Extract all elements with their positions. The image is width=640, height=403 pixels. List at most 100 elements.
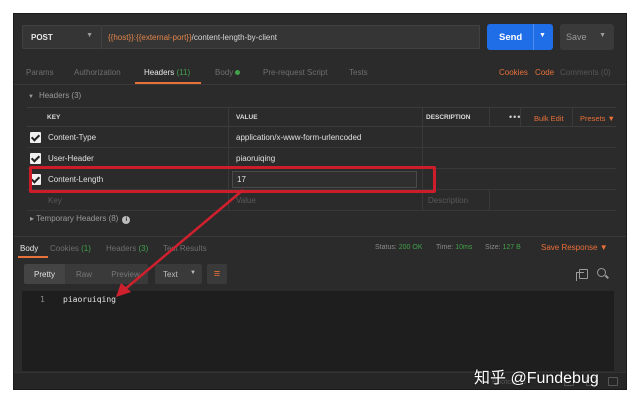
- headers-table: KEY VALUE DESCRIPTION ••• Bulk Edit Pres…: [27, 107, 616, 211]
- save-response-dropdown[interactable]: Save Response ▼: [541, 243, 608, 252]
- size-label: Size:: [485, 244, 501, 251]
- send-options-chevron-icon[interactable]: ▼: [539, 32, 546, 39]
- url-input[interactable]: {{host}}:{{external-port}}/content-lengt…: [102, 25, 480, 49]
- format-label: Text: [163, 269, 178, 279]
- tab-body[interactable]: Body: [215, 68, 241, 77]
- method-select[interactable]: POST ▼: [22, 25, 102, 49]
- tab-tests[interactable]: Tests: [349, 68, 368, 77]
- time-label: Time:: [436, 244, 454, 251]
- column-divider: [572, 108, 573, 126]
- request-bar: POST ▼ {{host}}:{{external-port}}/conten…: [14, 14, 626, 58]
- row-checkbox[interactable]: [30, 153, 41, 164]
- table-row: User-Header piaoruiqing: [27, 148, 616, 169]
- format-select[interactable]: Text ▼: [155, 264, 202, 284]
- tab-authorization[interactable]: Authorization: [74, 68, 121, 77]
- new-description-field[interactable]: Description: [428, 196, 468, 205]
- copy-icon[interactable]: [576, 269, 588, 281]
- header-value[interactable]: application/x-www-form-urlencoded: [236, 133, 361, 142]
- resp-tab-headers-count: (3): [138, 244, 149, 253]
- raw-button[interactable]: Raw: [65, 264, 103, 284]
- response-tabs: Body Cookies (1) Headers (3) Test Result…: [14, 236, 626, 258]
- table-header: KEY VALUE DESCRIPTION ••• Bulk Edit Pres…: [27, 107, 616, 127]
- resp-tab-headers[interactable]: Headers (3): [106, 244, 148, 253]
- scrollbar[interactable]: [614, 290, 620, 371]
- search-icon[interactable]: [597, 268, 606, 277]
- column-divider: [228, 127, 229, 147]
- status-readout: Status: 200 OK: [375, 244, 423, 251]
- table-row-new: Key Value Description: [27, 190, 616, 211]
- temporary-headers-label: Temporary Headers (8): [36, 214, 119, 223]
- header-value[interactable]: 17: [237, 175, 246, 184]
- headers-section-toggle[interactable]: ▼ Headers (3): [28, 91, 81, 100]
- active-tab-indicator: [135, 82, 201, 84]
- column-divider: [520, 108, 521, 126]
- comments-link[interactable]: Comments (0): [560, 68, 611, 77]
- column-description: DESCRIPTION: [426, 114, 471, 121]
- send-label: Send: [499, 31, 523, 43]
- header-value-input[interactable]: [232, 171, 417, 188]
- size-readout: Size: 127 B: [485, 244, 521, 251]
- header-key[interactable]: Content-Length: [48, 175, 103, 184]
- postman-window: POST ▼ {{host}}:{{external-port}}/conten…: [13, 13, 627, 390]
- column-divider: [228, 169, 229, 189]
- caret-right-icon: ▸: [30, 214, 35, 223]
- code-line: piaoruiqing: [63, 295, 116, 304]
- body-active-dot-icon: [235, 70, 241, 76]
- help-icon[interactable]: [608, 377, 618, 386]
- tab-pre-request-script[interactable]: Pre-request Script: [263, 68, 327, 77]
- headers-section-title: Headers (3): [38, 91, 82, 100]
- send-divider: [533, 24, 534, 50]
- status-value: 200 OK: [398, 244, 423, 251]
- response-toolbar: Pretty Raw Preview Text ▼ ≡: [14, 260, 626, 290]
- column-divider: [422, 190, 423, 210]
- header-key[interactable]: Content-Type: [48, 133, 96, 142]
- send-button[interactable]: Send ▼: [487, 24, 553, 50]
- presets-label: Presets: [580, 114, 606, 123]
- resp-tab-body[interactable]: Body: [20, 244, 38, 253]
- preview-button[interactable]: Preview: [103, 264, 148, 284]
- save-button[interactable]: Save ▼: [560, 24, 614, 50]
- url-path: /content-length-by-client: [191, 32, 278, 42]
- resp-tab-headers-label: Headers: [106, 244, 137, 253]
- temporary-headers-toggle[interactable]: ▸ Temporary Headers (8) i: [30, 214, 131, 224]
- code-link[interactable]: Code: [535, 68, 554, 77]
- column-divider: [489, 190, 490, 210]
- table-row: Content-Length 17: [27, 169, 616, 190]
- chevron-down-icon: ▼: [86, 32, 93, 39]
- resp-tab-cookies[interactable]: Cookies (1): [50, 244, 91, 253]
- tab-headers-label: Headers: [144, 68, 175, 77]
- resp-tab-cookies-label: Cookies: [50, 244, 79, 253]
- table-row: Content-Type application/x-www-form-urle…: [27, 127, 616, 148]
- column-divider: [228, 190, 229, 210]
- column-divider: [422, 148, 423, 168]
- presets-dropdown[interactable]: Presets ▼: [580, 114, 615, 123]
- resp-tab-cookies-count: (1): [81, 244, 91, 253]
- column-divider: [228, 108, 229, 126]
- method-label: POST: [31, 32, 53, 42]
- row-checkbox[interactable]: [30, 132, 41, 143]
- line-number: 1: [40, 295, 45, 304]
- wrap-lines-icon[interactable]: ≡: [207, 264, 227, 284]
- size-value: 127 B: [502, 244, 521, 251]
- column-divider: [422, 169, 423, 189]
- pretty-button[interactable]: Pretty: [24, 264, 65, 284]
- caret-down-icon: ▼: [28, 94, 34, 100]
- time-value: 10ms: [455, 244, 473, 251]
- info-icon[interactable]: i: [122, 216, 131, 224]
- resp-tab-test-results[interactable]: Test Results: [163, 244, 207, 253]
- new-value-field[interactable]: Value: [236, 196, 256, 205]
- request-tabs: Params Authorization Headers (11) Body P…: [14, 61, 626, 85]
- tab-params[interactable]: Params: [26, 68, 54, 77]
- row-checkbox[interactable]: [30, 174, 41, 185]
- cookies-link[interactable]: Cookies: [499, 68, 528, 77]
- chevron-down-icon: ▼: [599, 32, 606, 39]
- new-key-field[interactable]: Key: [48, 196, 62, 205]
- tab-headers-count: (11): [176, 68, 191, 77]
- header-value[interactable]: piaoruiqing: [236, 154, 275, 163]
- bulk-edit-button[interactable]: Bulk Edit: [534, 114, 564, 123]
- tab-headers[interactable]: Headers (11): [144, 68, 190, 77]
- header-key[interactable]: User-Header: [48, 154, 94, 163]
- column-key: KEY: [47, 114, 61, 121]
- response-body[interactable]: 1 piaoruiqing: [22, 290, 614, 371]
- column-value: VALUE: [236, 114, 258, 121]
